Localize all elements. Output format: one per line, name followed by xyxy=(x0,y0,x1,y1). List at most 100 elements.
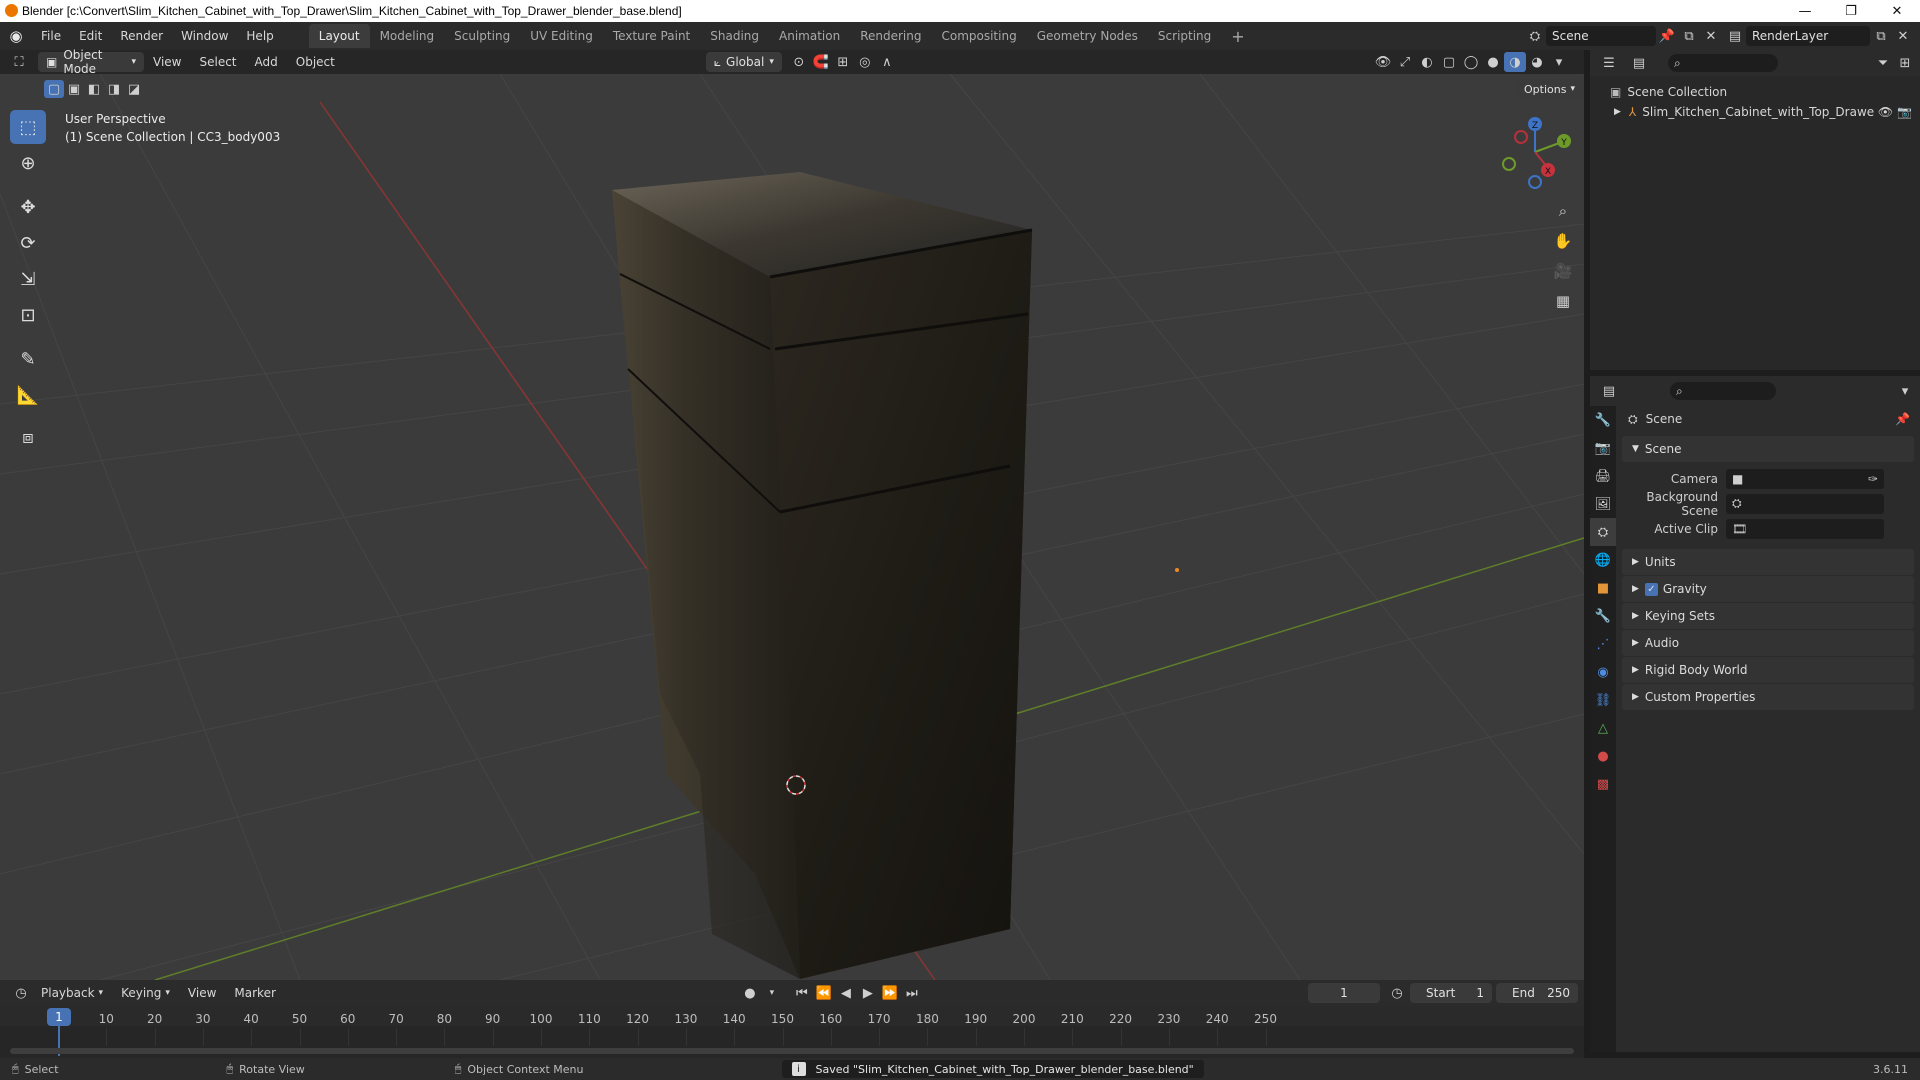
outliner-row-scene-collection[interactable]: ▣ Scene Collection xyxy=(1590,82,1920,102)
play-icon[interactable]: ▶ xyxy=(857,983,879,1003)
panel-units[interactable]: ▶ Units xyxy=(1622,549,1914,575)
delete-view-layer-icon[interactable]: ✕ xyxy=(1892,26,1914,46)
menu-help[interactable]: Help xyxy=(237,22,282,50)
outliner-editor-icon[interactable]: ☰ xyxy=(1598,53,1620,73)
tab-shading[interactable]: Shading xyxy=(700,24,769,48)
pivot-point-icon[interactable]: ⊙ xyxy=(788,52,810,72)
properties-search-input[interactable]: ⌕ xyxy=(1670,382,1776,400)
snap-icon[interactable]: 🧲 xyxy=(810,52,832,72)
view-layer-icon[interactable]: ▤ xyxy=(1724,26,1746,46)
visibility-icon[interactable]: 👁 xyxy=(1372,52,1394,72)
object-tab-icon[interactable]: ■ xyxy=(1590,574,1616,602)
xray-icon[interactable]: ▢ xyxy=(1438,52,1460,72)
active-clip-field[interactable]: 🎞 xyxy=(1726,518,1884,539)
panel-gravity[interactable]: ▶ ✓ Gravity xyxy=(1622,576,1914,602)
viewport-menu-object[interactable]: Object xyxy=(287,48,344,76)
timeline-menu-keying[interactable]: Keying ▾ xyxy=(112,979,179,1007)
jump-end-icon[interactable]: ⏭ xyxy=(901,983,923,1003)
current-frame-field[interactable]: 1 xyxy=(1308,983,1380,1003)
shading-options-icon[interactable]: ▾ xyxy=(1548,52,1570,72)
menu-file[interactable]: File xyxy=(32,22,70,50)
render-tab-icon[interactable]: 📷 xyxy=(1590,434,1616,462)
outliner-search-input[interactable]: ⌕ xyxy=(1668,54,1778,72)
playhead[interactable]: 1 xyxy=(47,1008,71,1026)
outliner-row-object[interactable]: ▶ ⅄ Slim_Kitchen_Cabinet_with_Top_Drawe … xyxy=(1590,102,1920,122)
tab-scripting[interactable]: Scripting xyxy=(1148,24,1221,48)
overlay-toggle-icon[interactable]: ◐ xyxy=(1416,52,1438,72)
select-intersect-icon[interactable]: ◪ xyxy=(124,80,144,98)
tab-layout[interactable]: Layout xyxy=(308,24,370,48)
add-workspace-icon[interactable]: + xyxy=(1221,24,1254,48)
viewport-menu-add[interactable]: Add xyxy=(246,48,287,76)
transform-tool-icon[interactable]: ⊡ xyxy=(10,298,46,332)
cursor-tool-icon[interactable]: ⊕ xyxy=(10,146,46,180)
select-new-icon[interactable]: ▢ xyxy=(44,80,64,98)
transform-orientation-dropdown[interactable]: ⟀ Global ▾ xyxy=(705,52,782,72)
camera-view-icon[interactable]: 🎥 xyxy=(1550,256,1576,286)
next-keyframe-icon[interactable]: ⏩ xyxy=(879,983,901,1003)
output-tab-icon[interactable]: 🖨 xyxy=(1590,462,1616,490)
tab-geometry-nodes[interactable]: Geometry Nodes xyxy=(1027,24,1148,48)
select-invert-icon[interactable]: ◨ xyxy=(104,80,124,98)
minimize-button[interactable]: — xyxy=(1782,0,1828,22)
pin-scene-icon[interactable]: 📌 xyxy=(1656,26,1678,46)
prev-keyframe-icon[interactable]: ⏪ xyxy=(813,983,835,1003)
properties-editor-icon[interactable]: ▤ xyxy=(1598,381,1620,401)
object-mode-dropdown[interactable]: ▣ Object Mode ▾ xyxy=(38,48,144,76)
tab-sculpting[interactable]: Sculpting xyxy=(444,24,520,48)
falloff-icon[interactable]: ∧ xyxy=(876,52,898,72)
viewport-menu-view[interactable]: View xyxy=(144,48,190,76)
panel-rigid-body-world[interactable]: ▶ Rigid Body World xyxy=(1622,657,1914,683)
timeline-area[interactable]: 10 20 30 40 50 60 70 80 90 100 110 120 130 140 150 160 1… xyxy=(0,1006,1584,1058)
modifier-tab-icon[interactable]: 🔧 xyxy=(1590,602,1616,630)
start-frame-field[interactable]: Start 1 xyxy=(1410,983,1492,1003)
viewport-menu-select[interactable]: Select xyxy=(190,48,245,76)
timeline-menu-marker[interactable]: Marker xyxy=(225,979,284,1007)
gizmo-toggle-icon[interactable]: ⤢ xyxy=(1394,52,1416,72)
solid-shading-icon[interactable]: ● xyxy=(1482,52,1504,72)
material-tab-icon[interactable]: ● xyxy=(1590,742,1616,770)
camera-field[interactable]: ■ ✑ xyxy=(1726,468,1884,489)
pan-hand-icon[interactable]: ✋ xyxy=(1550,226,1576,256)
display-mode-icon[interactable]: ▤ xyxy=(1628,53,1650,73)
delete-scene-icon[interactable]: ✕ xyxy=(1700,26,1722,46)
proportional-edit-icon[interactable]: ◎ xyxy=(854,52,876,72)
timeline-scrollbar[interactable] xyxy=(10,1048,1574,1054)
tab-texture-paint[interactable]: Texture Paint xyxy=(603,24,700,48)
move-tool-icon[interactable]: ✥ xyxy=(10,190,46,224)
scene-section-header[interactable]: ▼ Scene xyxy=(1622,436,1914,462)
ortho-grid-icon[interactable]: ▦ xyxy=(1550,286,1576,316)
panel-audio[interactable]: ▶ Audio xyxy=(1622,630,1914,656)
select-box-tool-icon[interactable]: ⬚ xyxy=(10,110,46,144)
new-view-layer-icon[interactable]: ⧉ xyxy=(1870,26,1892,46)
background-scene-field[interactable]: ⛭ xyxy=(1726,493,1884,514)
scene-selector-icon[interactable]: ⛭ xyxy=(1524,26,1546,46)
select-subtract-icon[interactable]: ◧ xyxy=(84,80,104,98)
tool-tab-icon[interactable]: 🔧 xyxy=(1590,406,1616,434)
gravity-checkbox[interactable]: ✓ xyxy=(1644,582,1658,596)
eye-visibility-icon[interactable]: 👁 xyxy=(1878,105,1893,119)
material-shading-icon[interactable]: ◑ xyxy=(1504,52,1526,72)
wireframe-shading-icon[interactable]: ◯ xyxy=(1460,52,1482,72)
new-collection-icon[interactable]: ⊞ xyxy=(1894,53,1916,73)
snap-target-icon[interactable]: ⊞ xyxy=(832,52,854,72)
timeline-menu-view[interactable]: View xyxy=(179,979,225,1007)
timeline-editor-icon[interactable]: ◷ xyxy=(10,983,32,1003)
record-icon[interactable]: ● xyxy=(739,983,761,1003)
measure-tool-icon[interactable]: 📐 xyxy=(10,378,46,412)
select-extend-icon[interactable]: ▣ xyxy=(64,80,84,98)
view-layer-field[interactable]: RenderLayer xyxy=(1746,26,1870,46)
options-dropdown[interactable]: Options ▾ xyxy=(1516,79,1583,99)
view-layer-tab-icon[interactable]: 🖼 xyxy=(1590,490,1616,518)
record-options-icon[interactable]: ▾ xyxy=(761,983,783,1003)
panel-custom-properties[interactable]: ▶ Custom Properties xyxy=(1622,684,1914,710)
pin-icon[interactable]: 📌 xyxy=(1895,412,1910,426)
new-scene-icon[interactable]: ⧉ xyxy=(1678,26,1700,46)
tab-modeling[interactable]: Modeling xyxy=(370,24,445,48)
tab-compositing[interactable]: Compositing xyxy=(931,24,1026,48)
3d-viewport[interactable]: User Perspective (1) Scene Collection | … xyxy=(0,74,1584,980)
expand-arrow-icon[interactable]: ▶ xyxy=(1614,107,1621,117)
timeline-menu-playback[interactable]: Playback ▾ xyxy=(32,979,112,1007)
maximize-button[interactable]: ❐ xyxy=(1828,0,1874,22)
scene-tab-icon[interactable]: ⛭ xyxy=(1590,518,1616,546)
